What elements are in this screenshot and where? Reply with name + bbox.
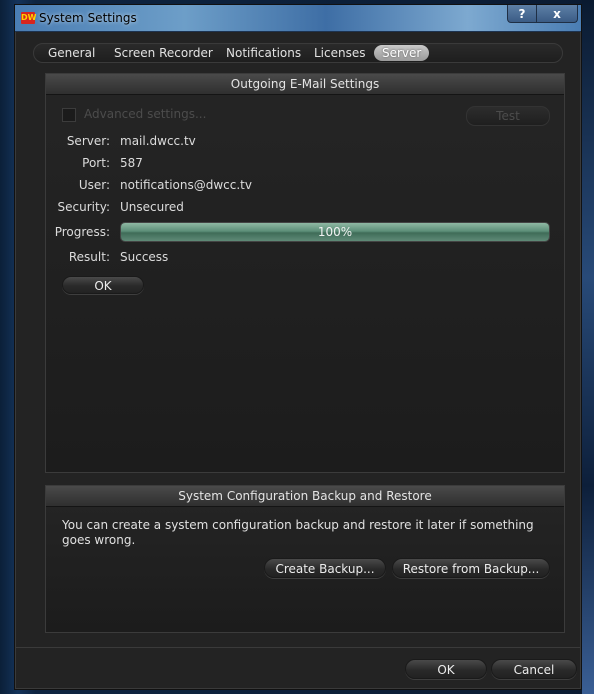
window-title: System Settings	[39, 11, 137, 25]
ok-button[interactable]: OK	[405, 659, 487, 679]
test-button[interactable]: Test	[466, 106, 550, 126]
advanced-settings-label: Advanced settings...	[84, 107, 207, 121]
cancel-button[interactable]: Cancel	[491, 659, 577, 679]
system-settings-window: DW System Settings ? x General Screen Re…	[14, 4, 582, 690]
restore-backup-button[interactable]: Restore from Backup...	[392, 558, 550, 578]
outgoing-email-panel: Outgoing E-Mail Settings Advanced settin…	[45, 73, 565, 473]
backup-description: You can create a system configuration ba…	[62, 518, 534, 547]
tab-licenses[interactable]: Licenses	[306, 45, 374, 61]
app-logo-icon: DW	[21, 12, 37, 24]
user-label: User:	[78, 178, 110, 192]
advanced-settings-checkbox[interactable]	[62, 108, 76, 122]
security-value: Unsecured	[120, 200, 184, 214]
progress-bar: 100%	[120, 222, 550, 242]
server-value: mail.dwcc.tv	[120, 134, 196, 148]
help-button[interactable]: ?	[507, 5, 537, 23]
email-panel-header: Outgoing E-Mail Settings	[46, 74, 564, 95]
backup-restore-panel: System Configuration Backup and Restore …	[45, 485, 565, 633]
tab-notifications[interactable]: Notifications	[218, 45, 309, 61]
desktop-background	[582, 0, 594, 694]
result-label: Result:	[68, 250, 110, 264]
port-label: Port:	[82, 156, 110, 170]
result-value: Success	[120, 250, 169, 264]
create-backup-button[interactable]: Create Backup...	[264, 558, 386, 578]
port-value: 587	[120, 156, 143, 170]
security-label: Security:	[57, 200, 110, 214]
user-value: notifications@dwcc.tv	[120, 178, 252, 192]
backup-panel-header: System Configuration Backup and Restore	[46, 486, 564, 507]
footer-divider	[15, 647, 581, 648]
server-label: Server:	[66, 134, 110, 148]
progress-percent: 100%	[317, 225, 353, 239]
tab-screen-recorder[interactable]: Screen Recorder	[106, 45, 221, 61]
tab-server[interactable]: Server	[374, 45, 430, 61]
tab-general[interactable]: General	[40, 45, 103, 61]
progress-label: Progress:	[54, 225, 110, 239]
result-ok-button[interactable]: OK	[62, 276, 144, 294]
settings-tabs: General Screen Recorder Notifications Li…	[33, 43, 563, 63]
title-bar[interactable]: DW System Settings ? x	[15, 5, 581, 32]
close-button[interactable]: x	[536, 5, 578, 23]
